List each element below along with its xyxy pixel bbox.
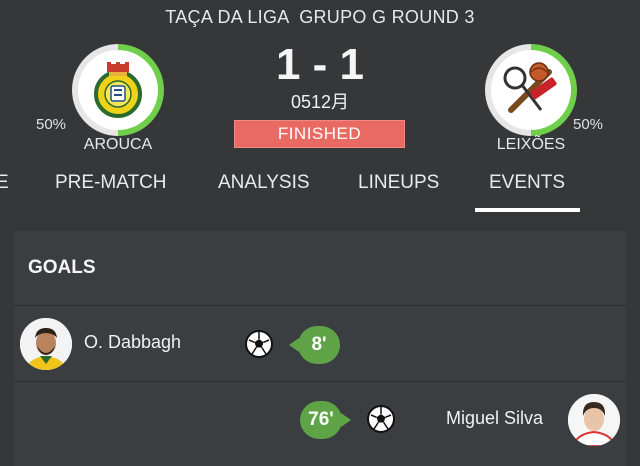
home-team-name: AROUCA [83, 136, 153, 153]
goal-event-row-away[interactable]: 76' Miguel Silva [14, 382, 626, 458]
away-team-name: LEIXÕES [496, 136, 566, 153]
player-avatar[interactable] [568, 394, 620, 446]
events-panel: GOALS O. Dabbagh 8' 76' Miguel Silva [14, 231, 626, 466]
arouca-crest-icon [78, 50, 158, 130]
player-name[interactable]: O. Dabbagh [84, 332, 181, 353]
home-percent: 50% [36, 116, 67, 133]
leixoes-crest-icon [491, 50, 571, 130]
tab-analysis[interactable]: ANALYSIS [218, 172, 310, 194]
away-team-badge[interactable] [485, 44, 577, 136]
tab-lineups[interactable]: LINEUPS [358, 172, 439, 194]
soccer-ball-icon [366, 404, 396, 434]
competition-title: TAÇA DA LIGA GRUPO G ROUND 3 [165, 7, 475, 27]
player-avatar[interactable] [20, 318, 72, 370]
goal-minute-badge: 76' [300, 401, 351, 439]
goal-event-row-home[interactable]: O. Dabbagh 8' [14, 306, 626, 382]
tab-pre-match[interactable]: PRE-MATCH [55, 172, 167, 194]
player-name[interactable]: Miguel Silva [446, 408, 543, 429]
soccer-ball-icon [244, 329, 274, 359]
active-tab-indicator [475, 208, 580, 212]
away-percent: 50% [573, 116, 604, 133]
tab-previous-partial[interactable]: E [0, 172, 9, 194]
match-score: 1 - 1 [275, 40, 365, 89]
goal-minute-badge: 8' [289, 326, 340, 364]
goals-section-title: GOALS [28, 257, 96, 278]
match-header: TAÇA DA LIGA GRUPO G ROUND 3 AROUCA 50% … [0, 0, 640, 212]
match-tabs: E PRE-MATCH ANALYSIS LINEUPS EVENTS [0, 166, 640, 212]
home-team-badge[interactable] [72, 44, 164, 136]
match-status-badge: FINISHED [234, 120, 405, 148]
tab-events[interactable]: EVENTS [489, 172, 565, 194]
match-date: 0512月 [290, 92, 350, 112]
